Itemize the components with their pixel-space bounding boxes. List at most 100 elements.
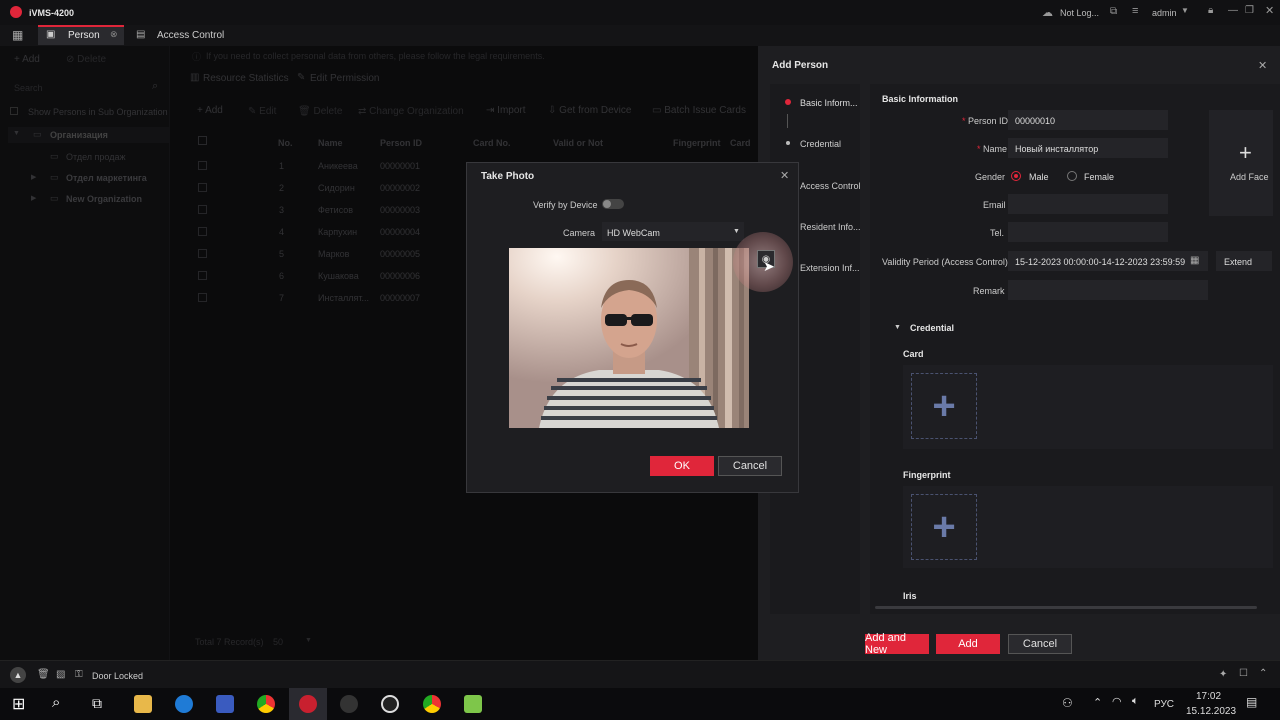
section-basic-info: Basic Information <box>882 94 959 104</box>
label-text: Name <box>983 144 1008 154</box>
picture-icon[interactable]: ▧ <box>56 669 65 680</box>
dialog-cancel-button[interactable]: Cancel <box>718 456 782 476</box>
network-status[interactable]: Not Log... <box>1060 8 1099 18</box>
grid-menu-icon[interactable]: ▦ <box>12 28 23 42</box>
clock-app-icon[interactable] <box>381 695 399 713</box>
cancel-button[interactable]: Cancel <box>1008 634 1072 654</box>
camera-preview <box>509 248 749 428</box>
nav-access-control[interactable]: Access Control <box>800 181 861 191</box>
add-button[interactable]: Add <box>936 634 1000 654</box>
tray-chevron-icon[interactable]: ⌃ <box>1093 696 1102 709</box>
chevron-down-icon[interactable]: ▼ <box>733 228 740 235</box>
verify-label: Verify by Device <box>533 200 598 210</box>
door-icon: ⚿ <box>75 669 83 680</box>
volume-icon[interactable]: 🔈︎ <box>1132 695 1139 708</box>
male-radio[interactable] <box>1011 171 1021 181</box>
ok-button[interactable]: OK <box>650 456 714 476</box>
trash-icon[interactable]: 🗑︎ <box>37 669 50 680</box>
close-icon[interactable]: ✕ <box>780 169 789 182</box>
chevron-down-icon[interactable]: ▼ <box>1181 6 1189 15</box>
lock-icon[interactable]: 🔒︎ <box>1208 5 1213 16</box>
outlook-icon[interactable] <box>216 695 234 713</box>
validity-label: Validity Period (Access Control) <box>882 257 1008 267</box>
app-logo-icon <box>10 6 22 18</box>
fingerprint-label: Fingerprint <box>903 470 951 480</box>
camera-preview-image <box>509 248 749 428</box>
file-explorer-icon[interactable] <box>134 695 152 713</box>
take-photo-title: Take Photo <box>481 171 535 182</box>
add-person-title: Add Person <box>772 60 829 71</box>
mouse-cursor-icon: ➤ <box>763 258 775 274</box>
windows-start-icon[interactable]: ⊞ <box>12 694 25 714</box>
nav-dot <box>786 141 790 145</box>
name-label: * Name <box>977 144 1007 154</box>
extend-label: Extend <box>1224 257 1253 267</box>
menu-icon[interactable]: ≡ <box>1132 5 1138 17</box>
tel-label: Tel. <box>990 228 1005 238</box>
add-card-button[interactable]: + <box>911 373 977 439</box>
mouse-app-icon[interactable] <box>340 695 358 713</box>
female-radio[interactable] <box>1067 171 1077 181</box>
wifi-icon[interactable]: ◠ <box>1112 695 1122 708</box>
nav-extension-info[interactable]: Extension Inf... <box>800 263 860 273</box>
clock-time[interactable]: 17:02 <box>1196 691 1221 702</box>
nav-credential[interactable]: Credential <box>800 139 841 149</box>
ivms-app-icon[interactable] <box>299 695 317 713</box>
iris-label: Iris <box>903 591 917 601</box>
android-app-icon[interactable] <box>464 695 482 713</box>
language-indicator[interactable]: РУС <box>1154 699 1174 710</box>
nav-connector <box>787 114 788 128</box>
tab-access-control[interactable]: Access Control <box>157 30 224 41</box>
person-id-value: 00000010 <box>1015 116 1056 126</box>
pin-icon[interactable]: ✦ <box>1219 669 1227 680</box>
plus-icon: + <box>932 505 956 549</box>
cloud-icon: ☁ <box>1042 7 1053 19</box>
log-icon[interactable]: ⧉ <box>1110 6 1117 17</box>
task-view-icon[interactable]: ⧉ <box>92 695 102 712</box>
door-status: Door Locked <box>92 671 144 681</box>
close-icon[interactable]: ✕ <box>1265 4 1274 17</box>
email-input[interactable] <box>1008 194 1168 214</box>
collapse-up-icon[interactable]: ⌃ <box>1259 668 1267 679</box>
gender-label: Gender <box>975 172 1006 182</box>
tab-close-icon[interactable]: ⊗ <box>110 29 118 40</box>
verify-toggle[interactable] <box>602 199 624 209</box>
remark-input[interactable] <box>1008 280 1208 300</box>
clock-date[interactable]: 15.12.2023 <box>1186 706 1236 717</box>
add-face-label: Add Face <box>1230 172 1269 182</box>
edge-browser-icon[interactable] <box>175 695 193 713</box>
add-and-new-button[interactable]: Add and New <box>865 632 929 656</box>
person-id-label: * Person ID <box>962 116 1008 126</box>
email-label: Email <box>983 200 1006 210</box>
fullscreen-icon[interactable]: ☐ <box>1239 668 1248 679</box>
collapse-icon[interactable]: ▼ <box>894 324 901 331</box>
camera-value: HD WebCam <box>607 228 660 238</box>
people-icon[interactable]: ⚇ <box>1062 696 1073 710</box>
chrome-icon[interactable] <box>257 695 275 713</box>
notifications-icon[interactable]: ▤ <box>1246 695 1257 709</box>
tab-person-label: Person <box>68 30 100 41</box>
close-icon[interactable]: ✕ <box>1258 59 1267 72</box>
nav-resident-info[interactable]: Resident Info... <box>800 222 861 232</box>
label-text: Person ID <box>968 116 1009 126</box>
search-icon[interactable]: ⌕ <box>52 694 60 711</box>
horizontal-scrollbar[interactable] <box>875 606 1257 609</box>
tel-input[interactable] <box>1008 222 1168 242</box>
minimize-icon[interactable]: — <box>1228 5 1238 16</box>
plus-icon: + <box>1239 140 1252 165</box>
male-label: Male <box>1029 172 1049 182</box>
remark-label: Remark <box>973 286 1005 296</box>
chrome-icon[interactable] <box>423 695 441 713</box>
nav-basic-info[interactable]: Basic Inform... <box>800 98 858 108</box>
female-label: Female <box>1084 172 1115 182</box>
user-name[interactable]: admin <box>1152 8 1177 18</box>
alert-icon[interactable]: ▲ <box>10 667 26 683</box>
app-title: iVMS-4200 <box>29 8 75 18</box>
calendar-icon[interactable]: ▦ <box>1190 255 1199 266</box>
restore-icon[interactable]: ❐ <box>1245 5 1254 16</box>
nav-active-dot <box>785 99 791 105</box>
plus-icon: + <box>932 384 956 428</box>
person-tab-icon: ▣ <box>46 29 56 40</box>
validity-value: 15-12-2023 00:00:00-14-12-2023 23:59:59 <box>1015 257 1186 267</box>
add-fingerprint-button[interactable]: + <box>911 494 977 560</box>
